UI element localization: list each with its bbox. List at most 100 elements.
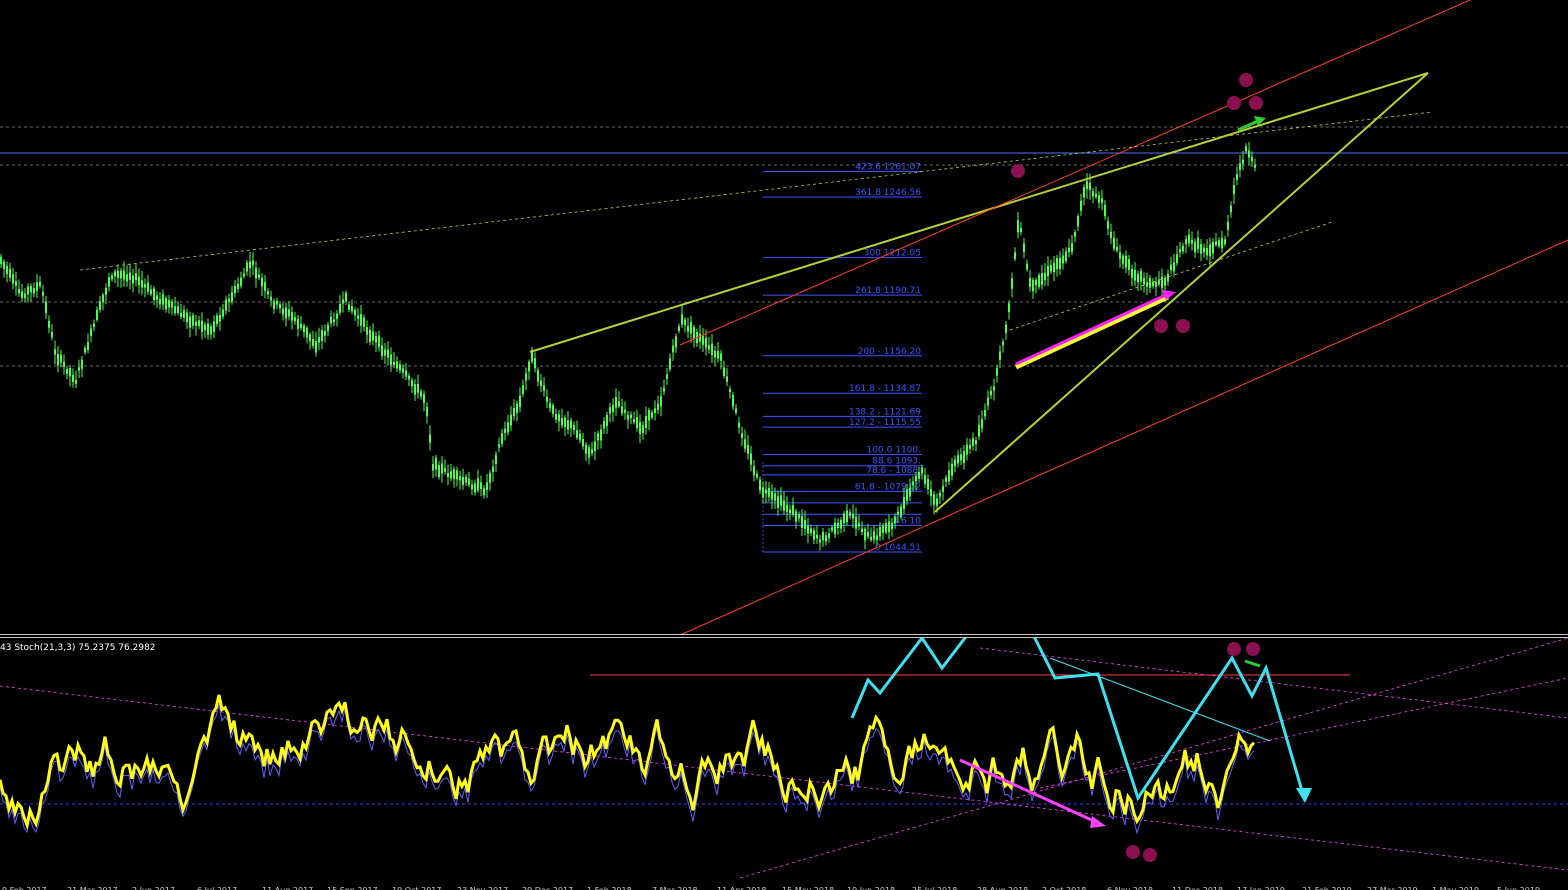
candle-body [489,472,491,483]
candle-body [798,514,800,519]
pivot-dot-marker[interactable] [1011,164,1025,178]
candle-body [870,536,872,540]
candle-body [84,347,86,353]
candle-body [564,417,566,427]
candle-body [519,395,521,408]
magenta-dashed-line[interactable] [739,638,1568,879]
pivot-dot-marker[interactable] [1176,319,1190,333]
fib-level-label: 423.6 1261.07 [855,163,921,173]
candle-body [579,433,581,441]
candle-body [657,403,659,410]
stochastic-indicator-pane[interactable]: 43 Stoch(21,3,3) 75.2375 76.2982 [0,638,1568,884]
magenta-arrow-head [1090,816,1106,828]
candle-body [1059,257,1061,269]
candle-body [891,522,893,530]
drawing-objects[interactable] [79,0,1568,636]
candle-body [897,511,899,515]
candle-body [480,482,482,490]
candle-body [774,493,776,501]
candle-body [96,309,98,320]
fibonacci-extension[interactable]: 423.6 1261.07 361.8 1246.56 300 1212.05 261… [762,163,922,553]
candle-body [966,444,968,455]
pivot-dot-marker[interactable] [1227,642,1241,656]
candle-body [723,367,725,376]
candle-body [12,274,14,284]
candle-body [1230,205,1232,213]
pivot-dot-marker[interactable] [1246,642,1260,656]
candle-body [1206,247,1208,256]
candle-body [1233,184,1235,194]
magenta-arrow-line[interactable] [1015,292,1169,366]
channel-upper-line[interactable] [679,0,1471,346]
candle-body [114,271,116,277]
candle-body [339,304,341,313]
candle-body [888,521,890,532]
candle-body [1020,227,1022,233]
candle-body [159,298,161,305]
candle-body [825,535,827,542]
candle-body [300,324,302,328]
candle-body [1128,259,1130,271]
fib-level-label: 200 - 1156.20 [858,347,922,357]
candle-body [732,394,734,407]
candle-body [741,433,743,439]
candle-body [1173,262,1175,272]
inner-dashed-trendline[interactable] [1009,221,1333,331]
candle-body [609,407,611,414]
candle-body [1161,276,1163,288]
candle-body [1218,240,1220,247]
candle-body [759,479,761,491]
candle-body [873,531,875,540]
pivot-dot-marker[interactable] [1143,848,1157,862]
candle-body [651,412,653,418]
cyan-zigzag-pattern[interactable] [850,638,1307,802]
candle-body [510,414,512,426]
candle-body [1086,181,1088,190]
candle-body [867,531,869,537]
pivot-dot-marker[interactable] [1126,845,1140,859]
magenta-dashed-line[interactable] [1039,677,1568,789]
candle-body [177,306,179,313]
candle-body [1089,182,1091,191]
candle-body [165,298,167,310]
channel-lower-line[interactable] [677,239,1568,636]
candle-body [906,489,908,501]
candle-body [768,487,770,497]
candle-body [927,479,929,490]
candle-body [132,275,134,284]
pivot-dot-marker[interactable] [1249,96,1263,110]
candle-body [822,531,824,541]
candle-body [843,513,845,524]
time-axis-tick-label: 11 Aug 2017 [262,886,313,890]
candle-body [60,354,62,363]
candle-body [1221,238,1223,249]
time-axis-tick-label: 1 Feb 2018 [587,886,632,890]
pivot-dot-marker[interactable] [1227,96,1241,110]
wedge-lower-trendline[interactable] [934,72,1429,513]
pivot-dot-marker[interactable] [1154,319,1168,333]
candle-body [297,318,299,329]
candle-body [645,416,647,429]
candle-body [624,409,626,413]
candle-body [72,374,74,383]
candle-body [621,406,623,414]
candle-body [384,349,386,356]
candle-body [840,520,842,529]
cyan-arrow-head [1296,788,1312,803]
time-axis-tick-label: 19 Oct 2017 [392,886,441,890]
chart-window[interactable]: 423.6 1261.07 361.8 1246.56 300 1212.05 261… [0,0,1568,890]
magenta-dashed-line[interactable] [979,647,1568,719]
candle-body [213,321,215,332]
candle-body [726,376,728,382]
candle-body [1179,249,1181,253]
pivot-dot-marker[interactable] [1239,73,1253,87]
candle-body [90,328,92,337]
candle-body [51,332,53,338]
magenta-dashed-line[interactable] [0,685,1568,871]
wedge-upper-trendline[interactable] [529,72,1429,353]
price-chart[interactable]: 423.6 1261.07 361.8 1246.56 300 1212.05 261… [0,0,1568,636]
green-arrow-line[interactable] [1244,659,1261,668]
candle-body [1113,237,1115,249]
candle-body [861,528,863,533]
candle-body [1083,187,1085,198]
